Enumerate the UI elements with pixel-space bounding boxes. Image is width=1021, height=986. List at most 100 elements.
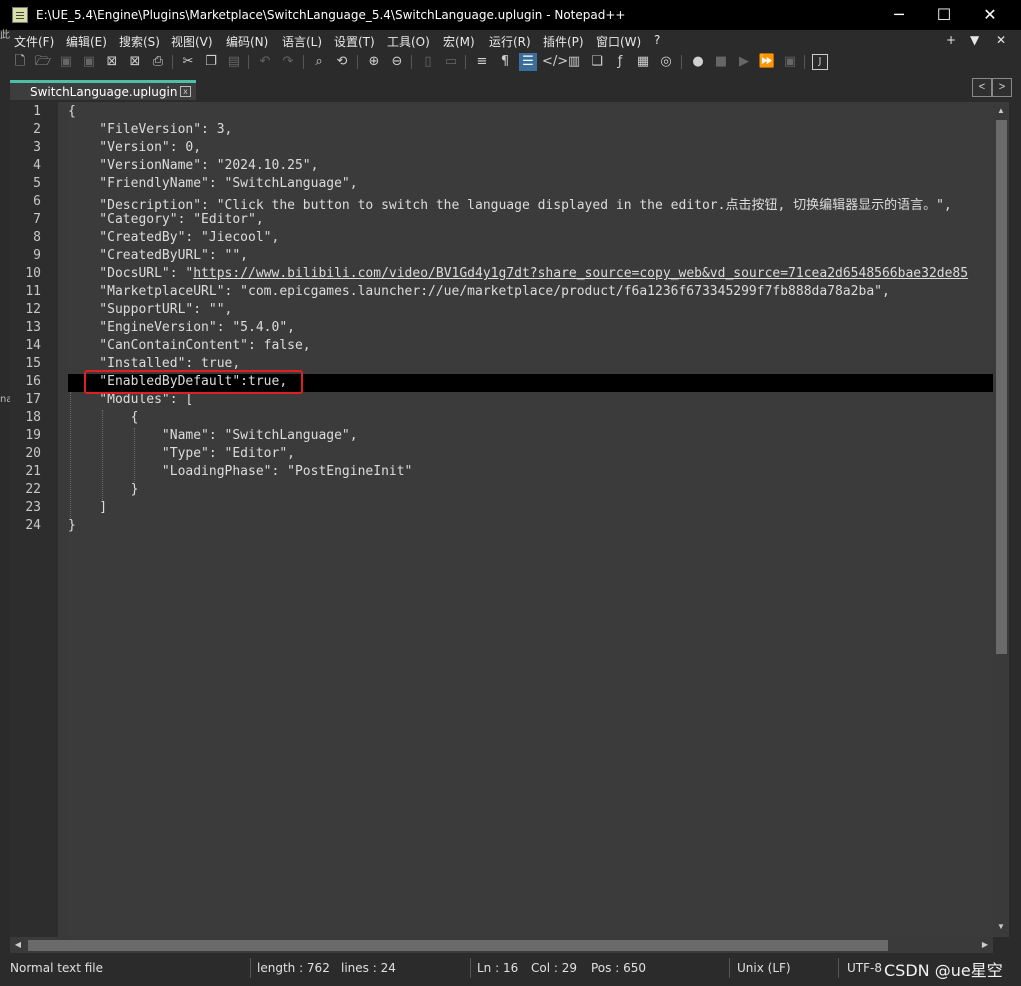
code-line[interactable]: "MarketplaceURL": "com.epicgames.launche… [68, 284, 890, 299]
code-line[interactable]: "FileVersion": 3, [68, 122, 232, 137]
line-number: 23 [25, 500, 41, 515]
code-line[interactable]: "CanContainContent": false, [68, 338, 310, 353]
menu-view[interactable]: 视图(V) [171, 33, 213, 50]
code-line[interactable]: "VersionName": "2024.10.25", [68, 158, 318, 173]
menu-macro[interactable]: 宏(M) [443, 33, 475, 50]
code-line[interactable]: "CreatedBy": "Jiecool", [68, 230, 279, 245]
menu-help[interactable]: ? [654, 33, 660, 47]
menu-encoding[interactable]: 编码(N) [226, 33, 268, 50]
scroll-up-icon[interactable]: ▲ [993, 104, 1009, 118]
scroll-left-icon[interactable]: ◀ [10, 937, 26, 953]
code-line[interactable]: } [68, 482, 139, 497]
code-line[interactable]: "Version": 0, [68, 140, 201, 155]
undo-icon[interactable]: ↶ [256, 53, 274, 71]
copy-icon[interactable]: ❐ [202, 53, 220, 71]
menu-window[interactable]: 窗口(W) [596, 33, 641, 50]
zoom-in-icon[interactable]: ⊕ [365, 53, 383, 71]
tab-next-button[interactable]: > [992, 78, 1012, 97]
scroll-right-icon[interactable]: ▶ [977, 937, 993, 953]
menu-search[interactable]: 搜索(S) [119, 33, 160, 50]
menu-edit[interactable]: 编辑(E) [66, 33, 107, 50]
tab-close-icon[interactable]: x [180, 86, 191, 97]
stop-record-icon[interactable]: ■ [712, 53, 730, 71]
replace-icon[interactable]: ⟲ [333, 53, 351, 71]
code-line[interactable]: "DocsURL": "https://www.bilibili.com/vid… [68, 266, 968, 281]
word-wrap-icon[interactable]: ≡ [473, 53, 491, 71]
save-macro-icon[interactable]: ▣ [781, 53, 799, 71]
tab-switchlanguage-uplugin[interactable]: SwitchLanguage.uplugin x [10, 80, 196, 100]
background-window-edge: 此 [0, 30, 10, 41]
doc-list-icon[interactable]: ❏ [588, 53, 606, 71]
status-encoding[interactable]: UTF-8 [847, 961, 882, 975]
code-line[interactable]: { [68, 410, 139, 425]
run-macro-multiple-icon[interactable]: ⏩ [758, 53, 776, 71]
menu-plugins[interactable]: 插件(P) [543, 33, 584, 50]
show-all-chars-icon[interactable]: ¶ [496, 53, 514, 71]
vertical-scrollbar[interactable]: ▲ ▼ [993, 104, 1009, 936]
record-macro-icon[interactable]: ● [689, 53, 707, 71]
menu-run[interactable]: 运行(R) [489, 33, 531, 50]
fold-margin[interactable] [58, 102, 68, 937]
horizontal-scrollbar[interactable]: ◀ ▶ [10, 937, 993, 953]
code-line[interactable]: "FriendlyName": "SwitchLanguage", [68, 176, 357, 191]
menu-tools[interactable]: 工具(O) [387, 33, 430, 50]
line-number: 3 [33, 140, 41, 155]
status-eol[interactable]: Unix (LF) [737, 961, 791, 975]
tab-prev-button[interactable]: < [972, 78, 992, 97]
open-file-icon[interactable]: 🗁 [34, 53, 52, 71]
code-area[interactable]: { "FileVersion": 3, "Version": 0, "Versi… [68, 102, 993, 937]
code-line[interactable]: "Description": "Click the button to swit… [68, 194, 951, 213]
window-title: E:\UE_5.4\Engine\Plugins\Marketplace\Swi… [36, 8, 626, 22]
maximize-button[interactable]: ☐ [921, 0, 967, 30]
menu-language[interactable]: 语言(L) [282, 33, 322, 50]
function-list-icon[interactable]: ƒ [611, 53, 629, 71]
menu-settings[interactable]: 设置(T) [334, 33, 375, 50]
code-line[interactable]: "Category": "Editor", [68, 212, 263, 227]
code-line[interactable]: "LoadingPhase": "PostEngineInit" [68, 464, 412, 479]
save-all-icon[interactable]: ▣ [80, 53, 98, 71]
find-icon[interactable]: ⌕ [310, 53, 328, 71]
close-window-button[interactable]: ✕ [967, 0, 1013, 30]
code-line[interactable]: } [68, 518, 76, 533]
sync-vertical-icon[interactable]: ▯ [419, 53, 437, 71]
code-line[interactable]: "SupportURL": "", [68, 302, 232, 317]
line-number: 13 [25, 320, 41, 335]
code-line[interactable]: "EngineVersion": "5.4.0", [68, 320, 295, 335]
cut-icon[interactable]: ✂ [179, 53, 197, 71]
scroll-down-icon[interactable]: ▼ [993, 920, 1009, 934]
code-line[interactable]: "Installed": true, [68, 356, 240, 371]
redo-icon[interactable]: ↷ [279, 53, 297, 71]
minimize-button[interactable]: ─ [876, 0, 922, 30]
sync-horizontal-icon[interactable]: ▭ [442, 53, 460, 71]
indent-guide-icon[interactable]: ☰ [519, 53, 537, 71]
menu-file[interactable]: 文件(F) [14, 33, 54, 50]
status-col: Col : 29 [531, 961, 577, 975]
udl-icon[interactable]: </> [542, 53, 568, 71]
docs-url-link[interactable]: https://www.bilibili.com/video/BV1Gd4y1g… [193, 266, 968, 281]
editor-pane[interactable]: 1 2 3 4 5 6 7 8 9 10 11 12 13 14 15 16 17 18 19 20 21 22 23 24 … [10, 102, 1009, 937]
add-tab-icon[interactable]: + [946, 33, 956, 47]
zoom-out-icon[interactable]: ⊖ [388, 53, 406, 71]
doc-map-icon[interactable]: ▥ [565, 53, 583, 71]
folder-workspace-icon[interactable]: ▦ [634, 53, 652, 71]
tab-list-icon[interactable]: ▼ [970, 33, 979, 47]
play-macro-icon[interactable]: ▶ [735, 53, 753, 71]
code-line[interactable]: "Name": "SwitchLanguage", [68, 428, 358, 443]
close-tab-icon[interactable]: ✕ [996, 33, 1006, 47]
toolbar-separator [172, 55, 173, 69]
horizontal-scroll-thumb[interactable] [28, 940, 888, 951]
code-line[interactable]: { [68, 104, 76, 119]
vertical-scroll-thumb[interactable] [996, 120, 1007, 654]
paste-icon[interactable]: ▤ [225, 53, 243, 71]
monitor-icon[interactable]: ◎ [657, 53, 675, 71]
print-icon[interactable]: ⎙ [149, 53, 167, 71]
json-plugin-icon[interactable]: J [812, 54, 828, 70]
close-all-icon[interactable]: ⊠ [126, 53, 144, 71]
line-number: 2 [33, 122, 41, 137]
close-icon[interactable]: ⊠ [103, 53, 121, 71]
code-line[interactable]: "CreatedByURL": "", [68, 248, 248, 263]
code-line[interactable]: "Modules": [ [68, 392, 193, 407]
code-line[interactable]: ] [68, 500, 107, 515]
new-file-icon[interactable]: 🗋 [11, 53, 29, 71]
save-icon[interactable]: ▣ [57, 53, 75, 71]
